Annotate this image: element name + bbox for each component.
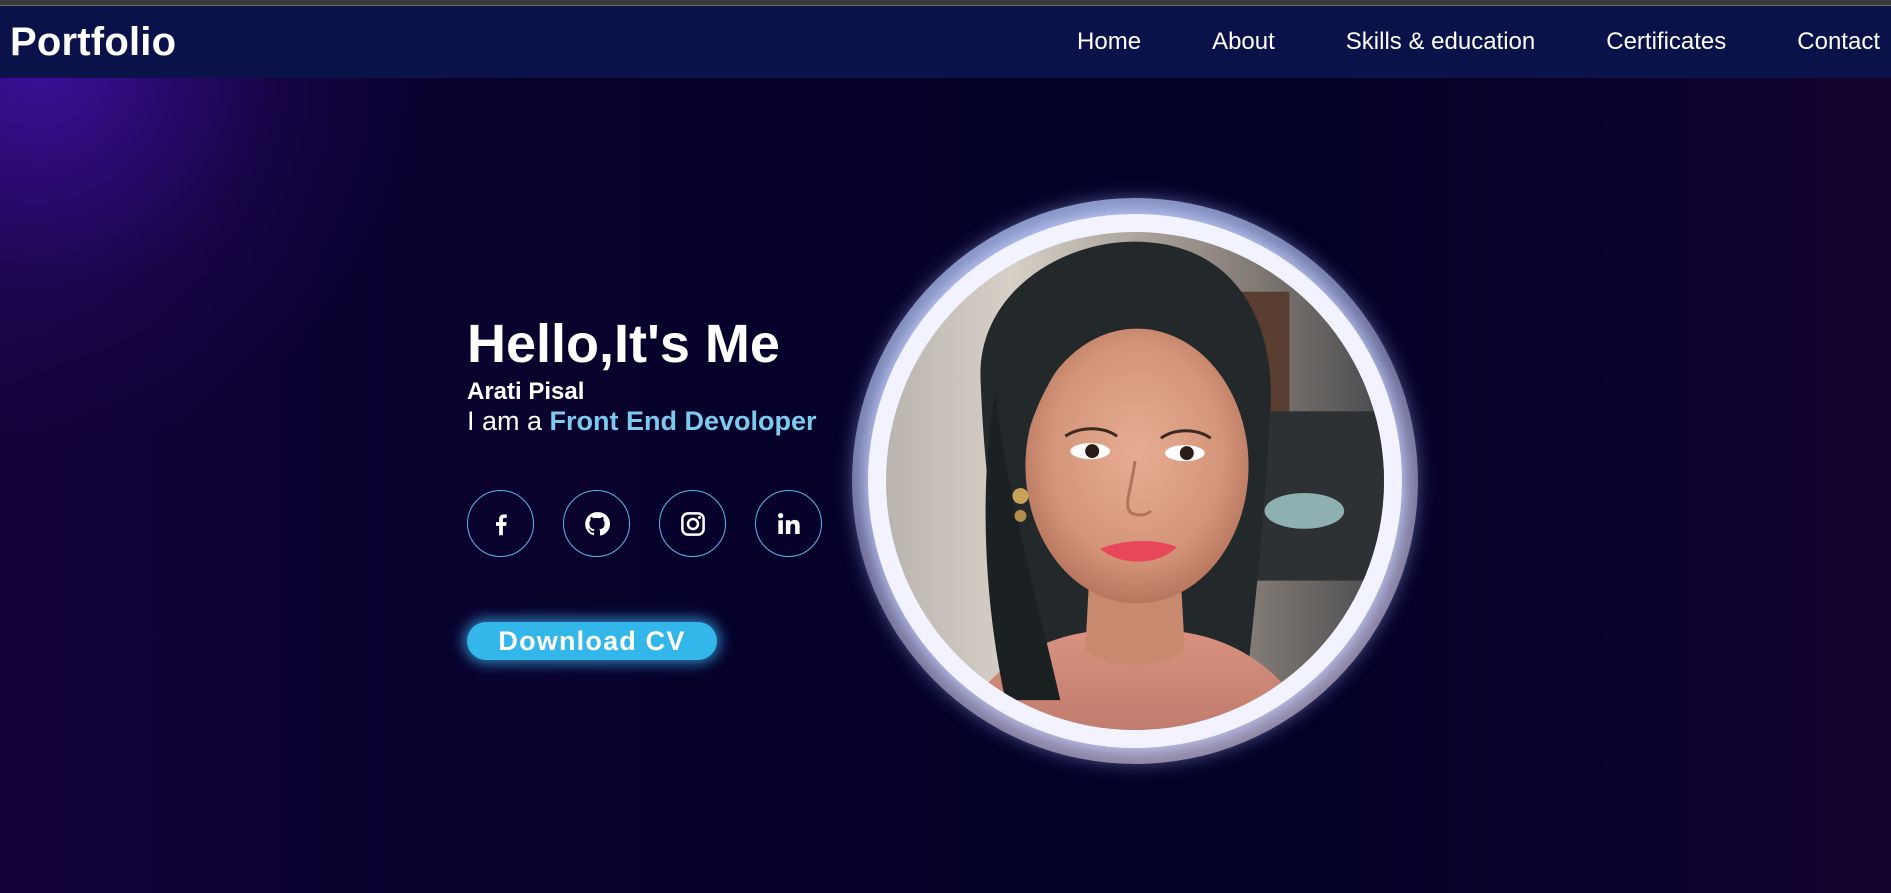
instagram-icon: [680, 511, 705, 536]
navbar: Portfolio Home About Skills & education …: [0, 6, 1891, 78]
linkedin-link[interactable]: [755, 490, 822, 557]
hero-role: I am a Front End Devoloper: [467, 406, 867, 436]
hero-name: Arati Pisal: [467, 378, 585, 405]
facebook-icon: [495, 513, 507, 535]
hero-intro: Hello,It's Me Arati Pisal I am a Front E…: [467, 312, 867, 436]
nav-link-about[interactable]: About: [1212, 28, 1275, 56]
facebook-link[interactable]: [467, 490, 534, 557]
nav-links: Home About Skills & education Certificat…: [1077, 6, 1880, 78]
social-links: [467, 490, 851, 557]
github-icon: [584, 511, 610, 536]
logo[interactable]: Portfolio: [10, 20, 176, 65]
github-link[interactable]: [563, 490, 630, 557]
linkedin-icon: [777, 512, 800, 534]
nav-link-contact[interactable]: Contact: [1797, 28, 1880, 56]
nav-link-certificates[interactable]: Certificates: [1606, 28, 1726, 56]
profile-photo: [886, 232, 1384, 730]
nav-link-home[interactable]: Home: [1077, 28, 1141, 56]
role-highlight: Front End Devoloper: [549, 406, 817, 436]
hero-greeting: Hello,It's Me: [467, 314, 780, 374]
download-cv-button[interactable]: Download CV: [467, 622, 717, 660]
instagram-link[interactable]: [659, 490, 726, 557]
nav-link-skills[interactable]: Skills & education: [1346, 28, 1535, 56]
profile-photo-frame: [852, 198, 1418, 764]
profile-photo-ring: [868, 214, 1402, 748]
role-prefix: I am a: [467, 406, 543, 436]
